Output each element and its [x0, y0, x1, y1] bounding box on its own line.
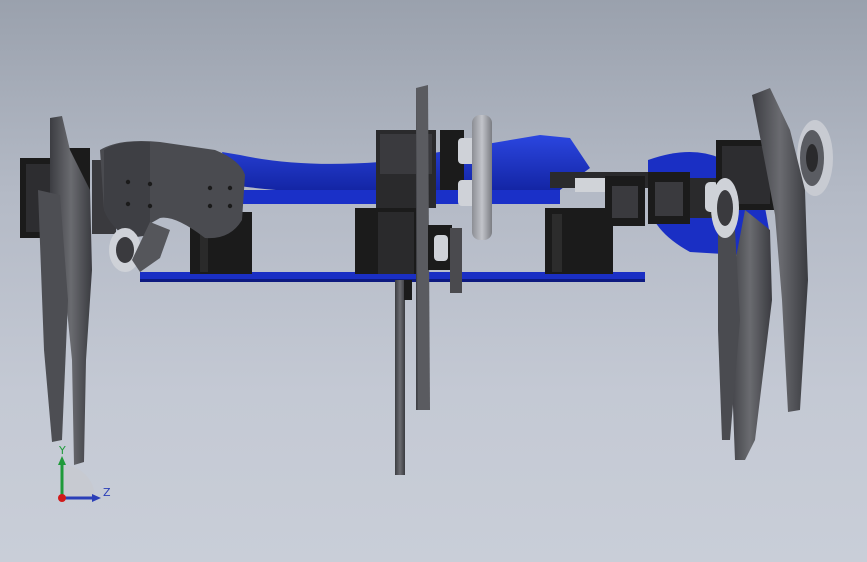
z-axis-label: Z — [103, 486, 111, 499]
y-axis-label: Y — [59, 444, 66, 457]
servo-right-under[interactable] — [545, 208, 613, 274]
right-leg[interactable] — [711, 88, 833, 460]
coordinate-triad: Y Z — [48, 440, 128, 520]
left-leg[interactable] — [20, 116, 245, 465]
cad-viewport[interactable] — [0, 0, 867, 562]
servo-center-under[interactable] — [355, 208, 417, 274]
